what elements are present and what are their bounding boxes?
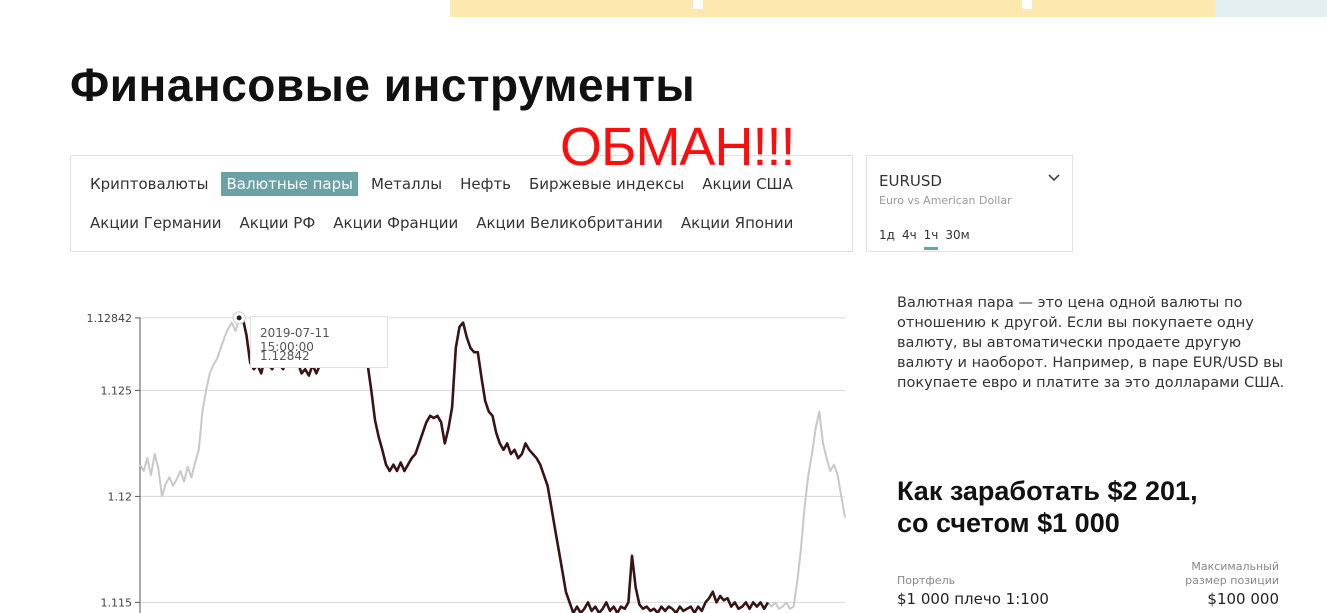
tab-uk-stocks[interactable]: Акции Великобритании <box>471 211 668 235</box>
max-position-label: Максимальный размер позиции <box>1185 560 1279 588</box>
portfolio-label: Портфель <box>897 574 956 587</box>
chevron-down-icon[interactable] <box>1048 174 1060 182</box>
tab-russia-stocks[interactable]: Акции РФ <box>235 211 321 235</box>
tab-metals[interactable]: Металлы <box>366 172 447 196</box>
max-position-label-line1: Максимальный <box>1191 560 1279 573</box>
tab-germany-stocks[interactable]: Акции Германии <box>85 211 227 235</box>
page-title: Финансовые инструменты <box>70 59 696 111</box>
timeframe-30m[interactable]: 30м <box>945 228 969 250</box>
top-banner <box>450 0 1215 17</box>
timeframe-tabs: 1д 4ч 1ч 30м <box>879 228 970 250</box>
y-tick-label: 1.12842 <box>87 312 133 325</box>
timeframe-4h[interactable]: 4ч <box>902 228 917 250</box>
y-tick-label: 1.12 <box>108 490 133 503</box>
pair-selector[interactable]: EURUSD Euro vs American Dollar 1д 4ч 1ч … <box>866 155 1073 252</box>
tab-oil[interactable]: Нефть <box>455 172 516 196</box>
category-row-2: Акции Германии Акции РФ Акции Франции Ак… <box>85 211 806 235</box>
tab-france-stocks[interactable]: Акции Франции <box>328 211 463 235</box>
earn-heading-line1: Как заработать $2 201, <box>897 476 1198 506</box>
timeframe-1d[interactable]: 1д <box>879 228 895 250</box>
pair-description: Валютная пара — это цена одной валюты по… <box>897 295 1285 391</box>
tab-currency-pairs[interactable]: Валютные пары <box>221 172 358 196</box>
earn-heading-line2: со счетом $1 000 <box>897 508 1120 538</box>
highlight-point[interactable] <box>236 315 242 321</box>
timeframe-1h[interactable]: 1ч <box>923 228 939 250</box>
y-tick-label: 1.115 <box>101 596 133 609</box>
max-position-value: $100 000 <box>1207 590 1279 608</box>
earn-heading: Как заработать $2 201, со счетом $1 000 <box>897 475 1297 539</box>
series-line-faded-right <box>767 410 846 610</box>
scam-overlay-text: ОБМАН!!! <box>560 117 795 177</box>
top-banner-divider <box>693 0 703 9</box>
pair-subtitle: Euro vs American Dollar <box>879 194 1012 207</box>
top-banner-end <box>1215 0 1327 17</box>
y-tick-label: 1.125 <box>101 384 133 397</box>
series-line-faded-left <box>139 318 241 498</box>
tab-japan-stocks[interactable]: Акции Японии <box>676 211 799 235</box>
tab-crypto[interactable]: Криптовалюты <box>85 172 213 196</box>
tooltip-value: 1.12842 <box>260 349 310 363</box>
portfolio-value: $1 000 плечо 1:100 <box>897 590 1049 608</box>
chart-tooltip: 2019-07-11 15:00:00 1.12842 <box>250 316 388 368</box>
pair-name: EURUSD <box>879 172 942 190</box>
price-chart[interactable]: 1.12842 1.125 1.12 1.115 <box>80 295 855 613</box>
max-position-label-line2: размер позиции <box>1185 574 1279 587</box>
top-banner-divider <box>1022 0 1032 9</box>
